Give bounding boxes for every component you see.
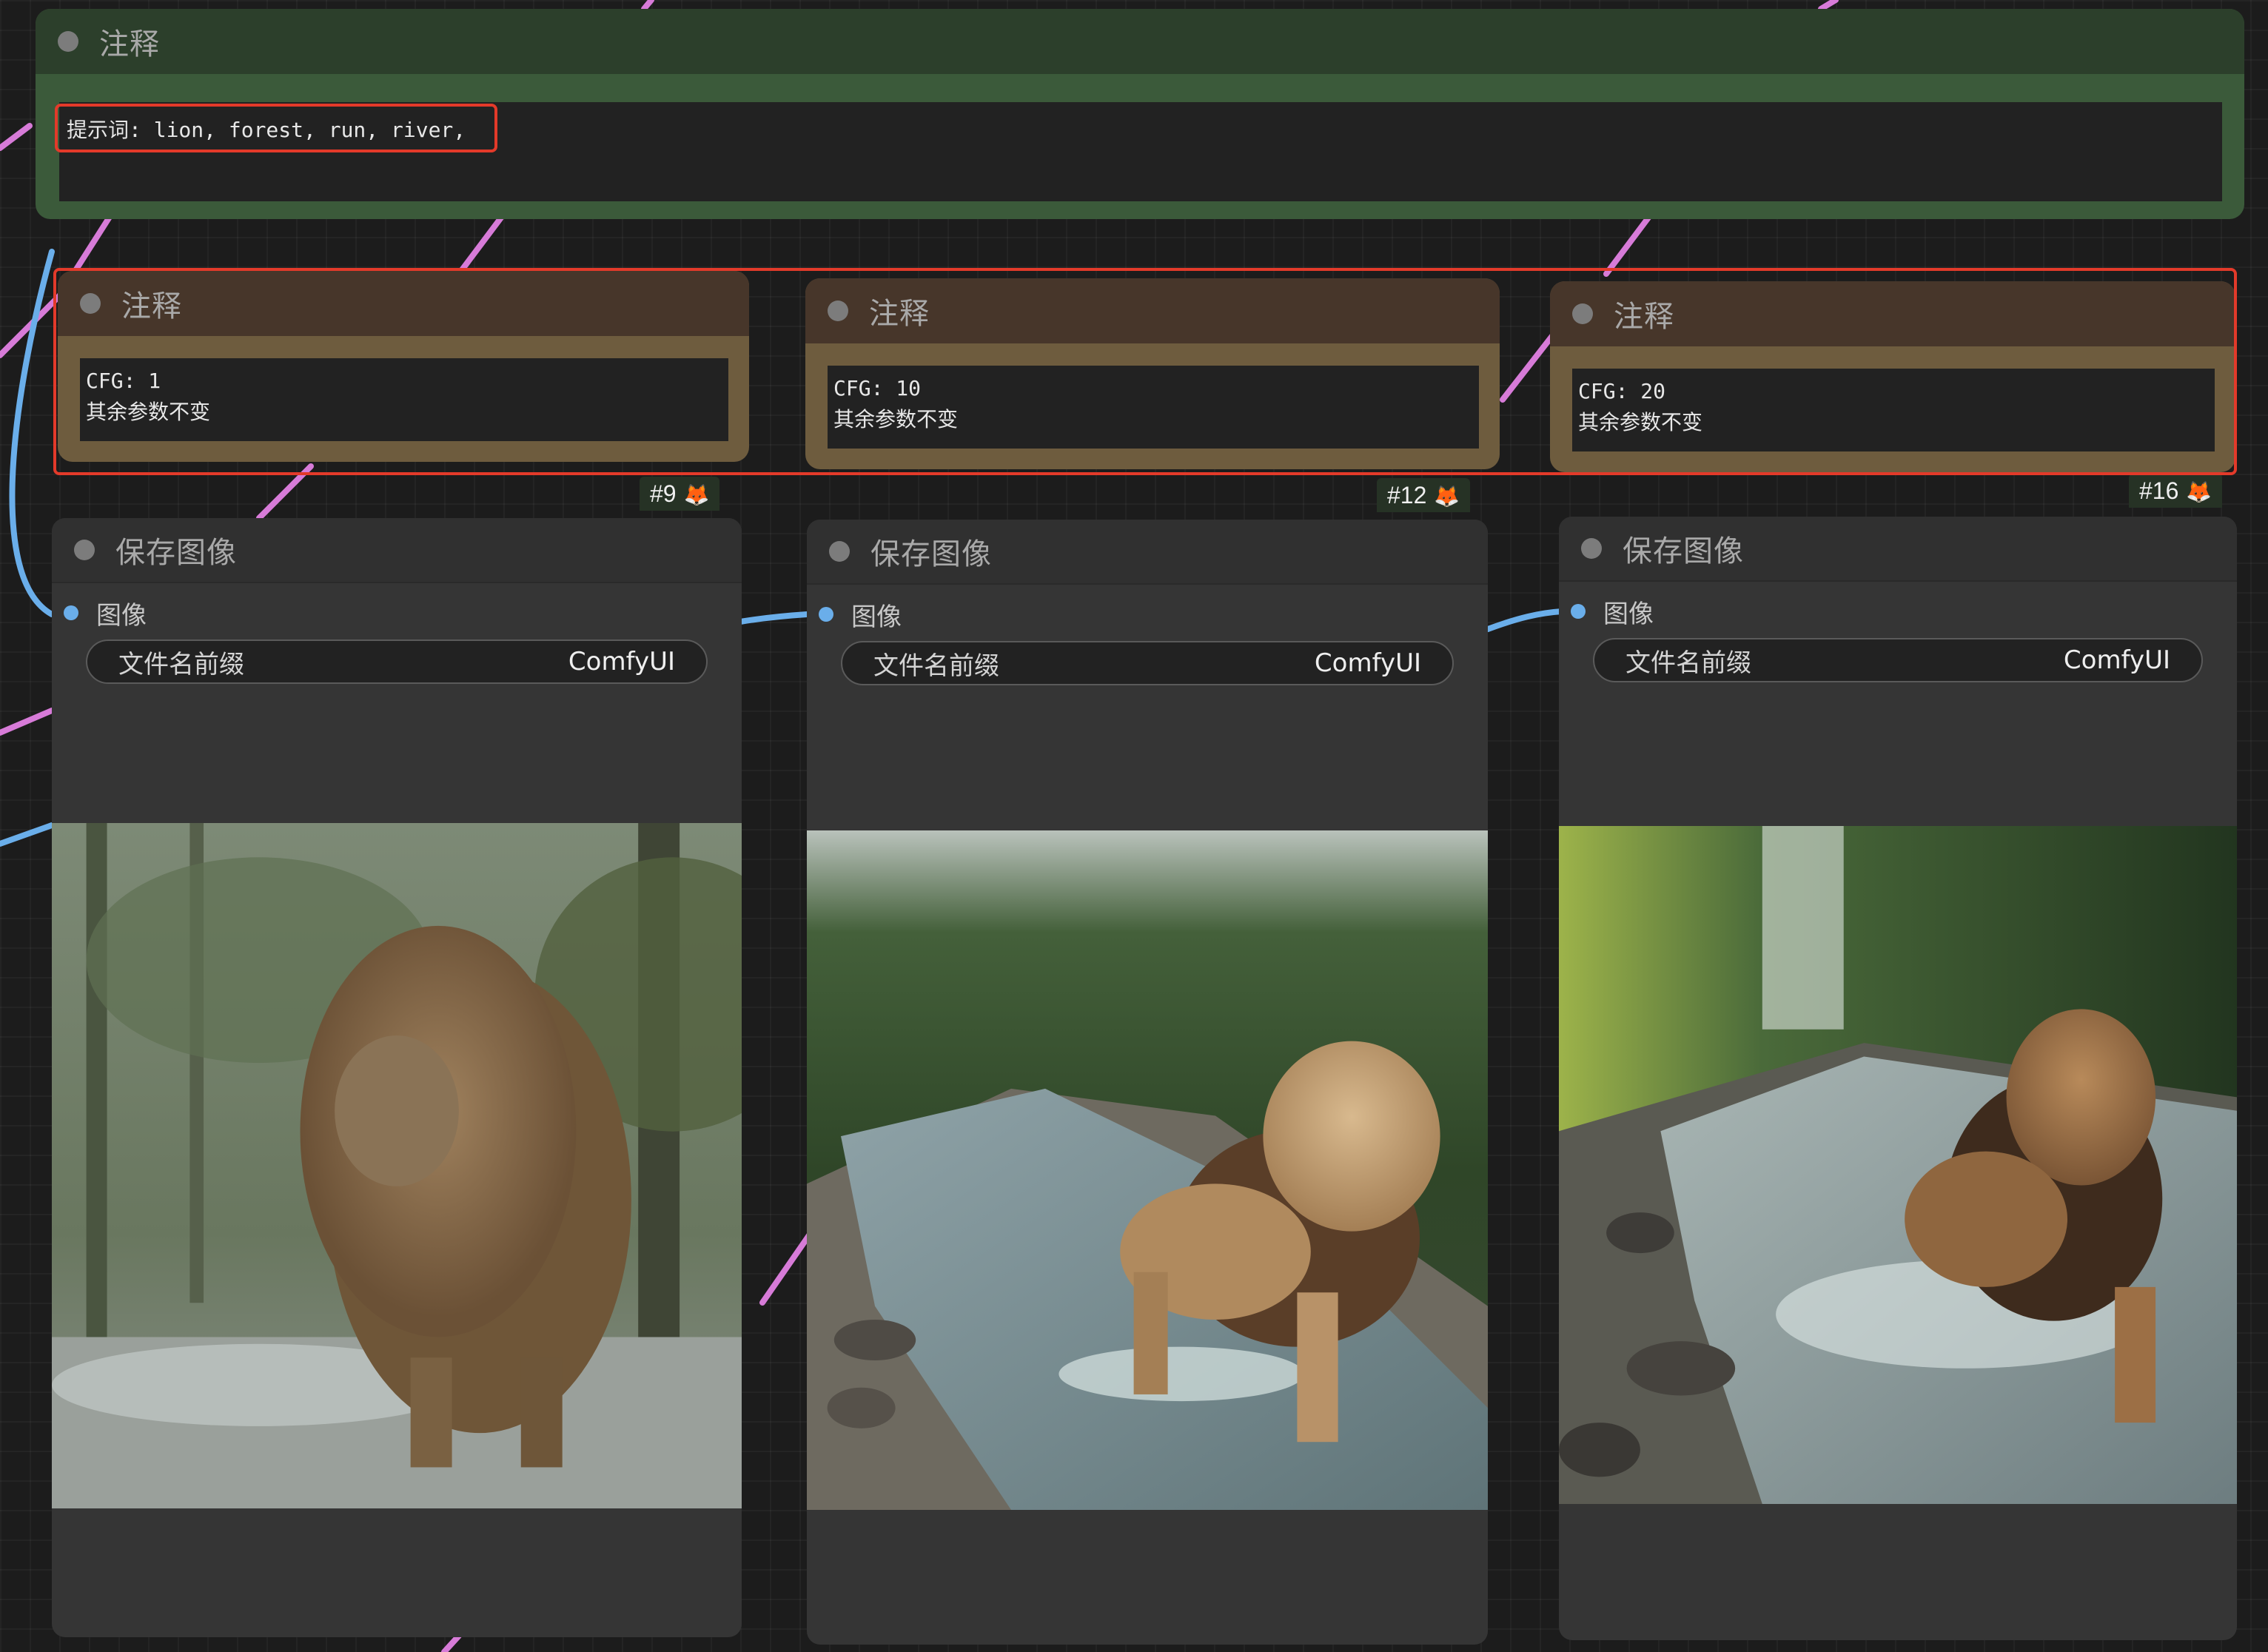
- node-title-bar[interactable]: 保存图像: [807, 520, 1488, 585]
- node-title: 保存图像: [1623, 534, 1744, 568]
- filename-prefix-field[interactable]: 文件名前缀 ComfyUI: [841, 641, 1454, 685]
- filename-prefix-field[interactable]: 文件名前缀 ComfyUI: [1593, 638, 2203, 682]
- node-id-badge: #16 🦊: [2129, 474, 2223, 508]
- node-title-bar[interactable]: 保存图像: [52, 518, 742, 583]
- node-title: 保存图像: [870, 537, 992, 571]
- image-input-slot[interactable]: 图像: [52, 597, 742, 631]
- input-label: 图像: [1603, 599, 1654, 629]
- node-title: 注释: [99, 27, 160, 61]
- fox-icon: 🦊: [683, 483, 710, 506]
- save-image-node-2[interactable]: 保存图像 图像 文件名前缀 ComfyUI: [807, 520, 1488, 1645]
- wire-pink: [1603, 212, 1654, 277]
- widget-label: 文件名前缀: [118, 649, 244, 679]
- image-preview[interactable]: [1559, 826, 2237, 1504]
- image-preview[interactable]: [807, 830, 1488, 1510]
- collapse-dot-icon[interactable]: [58, 31, 78, 52]
- input-label: 图像: [851, 602, 902, 632]
- collapse-dot-icon[interactable]: [829, 541, 850, 562]
- widget-label: 文件名前缀: [1625, 648, 1751, 678]
- prompt-highlight-box: [55, 104, 497, 152]
- widget-value: ComfyUI: [1314, 648, 1421, 678]
- collapse-dot-icon[interactable]: [1581, 538, 1602, 559]
- wire-pink: [441, 1633, 462, 1652]
- filename-prefix-field[interactable]: 文件名前缀 ComfyUI: [86, 639, 708, 684]
- lion-river-image: [807, 830, 1488, 1510]
- fox-icon: 🦊: [1434, 485, 1460, 508]
- widget-value: ComfyUI: [568, 647, 675, 676]
- wire-pink: [641, 0, 654, 12]
- save-image-node-3[interactable]: 保存图像 图像 文件名前缀 ComfyUI: [1559, 517, 2237, 1640]
- fox-icon: 🦊: [2186, 480, 2212, 503]
- node-id-badge: #12 🦊: [1377, 478, 1471, 512]
- wire-pink: [0, 708, 55, 736]
- image-input-slot[interactable]: 图像: [807, 598, 1488, 632]
- input-socket-icon[interactable]: [64, 605, 78, 620]
- wire-blue: [0, 822, 55, 847]
- node-title-bar[interactable]: 注释: [36, 9, 2244, 74]
- lion-forest-image: [52, 823, 742, 1508]
- wire-pink: [1818, 0, 1839, 12]
- widget-value: ComfyUI: [2063, 645, 2170, 675]
- widget-label: 文件名前缀: [873, 651, 999, 681]
- input-socket-icon[interactable]: [819, 607, 833, 622]
- node-title-bar[interactable]: 保存图像: [1559, 517, 2237, 582]
- wire-pink: [456, 212, 506, 277]
- save-image-node-1[interactable]: 保存图像 图像 文件名前缀 ComfyUI: [52, 518, 742, 1637]
- node-id-badge: #9 🦊: [640, 477, 720, 511]
- wire-blue: [1485, 608, 1565, 632]
- collapse-dot-icon[interactable]: [74, 540, 95, 560]
- image-preview[interactable]: [52, 823, 742, 1508]
- lion-running-river-image: [1559, 826, 2237, 1504]
- wire-blue: [737, 611, 810, 625]
- node-title: 保存图像: [115, 536, 237, 570]
- input-label: 图像: [96, 600, 147, 631]
- wire-pink: [0, 123, 33, 151]
- image-input-slot[interactable]: 图像: [1559, 595, 2237, 629]
- cfg-notes-highlight-box: [53, 268, 2237, 475]
- input-socket-icon[interactable]: [1571, 604, 1586, 619]
